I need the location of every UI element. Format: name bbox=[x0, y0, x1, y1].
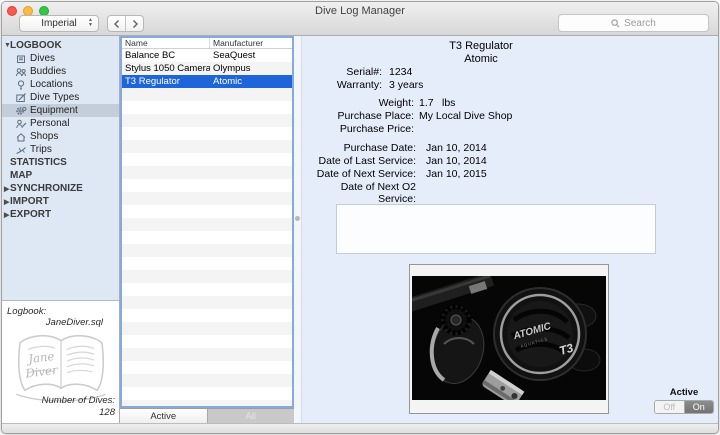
locations-icon bbox=[15, 79, 27, 91]
buddies-icon bbox=[15, 66, 27, 78]
trips-icon bbox=[15, 144, 27, 156]
number-of-dives-value: 128 bbox=[99, 407, 115, 418]
search-input[interactable]: Search bbox=[558, 14, 709, 32]
titlebar: Dive Log Manager Imperial ▲▼ Search bbox=[2, 2, 718, 36]
column-header-manufacturer[interactable]: Manufacturer bbox=[210, 38, 292, 48]
personal-icon bbox=[15, 118, 27, 130]
last-service-label: Date of Last Service: bbox=[302, 155, 416, 167]
units-dropdown[interactable]: Imperial ▲▼ bbox=[19, 15, 99, 32]
serial-field[interactable]: 1234 bbox=[389, 66, 412, 78]
logbook-filename: JaneDiver.sql bbox=[46, 317, 103, 328]
detail-subtitle: Atomic bbox=[302, 53, 660, 65]
purchase-price-label: Purchase Price: bbox=[302, 123, 414, 135]
next-service-label: Date of Next Service: bbox=[302, 168, 416, 180]
sidebar-item-equipment[interactable]: Equipment bbox=[2, 104, 119, 117]
sidebar-item-shops[interactable]: Shops bbox=[2, 130, 119, 143]
dives-icon bbox=[15, 53, 27, 65]
forward-button[interactable] bbox=[126, 16, 143, 31]
sidebar-item-personal[interactable]: Personal bbox=[2, 117, 119, 130]
serial-label: Serial#: bbox=[302, 66, 382, 78]
sidebar-item-locations[interactable]: Locations bbox=[2, 78, 119, 91]
app-window: Dive Log Manager Imperial ▲▼ Search ▼ L bbox=[1, 1, 719, 434]
sidebar-section-statistics[interactable]: STATISTICS bbox=[2, 156, 119, 169]
table-row[interactable]: Balance BC SeaQuest bbox=[122, 49, 292, 62]
dive-types-icon bbox=[15, 92, 27, 104]
sidebar: ▼ LOGBOOK Dives Buddies bbox=[2, 36, 120, 423]
warranty-label: Warranty: bbox=[302, 79, 382, 91]
tab-all[interactable]: All bbox=[207, 409, 295, 423]
detail-pane: T3 Regulator Atomic Serial#: 1234 Warran… bbox=[302, 36, 718, 423]
sidebar-item-buddies[interactable]: Buddies bbox=[2, 65, 119, 78]
equipment-list-column: Name Manufacturer Balance BC SeaQuest St… bbox=[120, 36, 294, 423]
units-dropdown-value: Imperial bbox=[41, 18, 77, 29]
active-on-button[interactable]: On bbox=[685, 401, 714, 413]
main-area: ▼ LOGBOOK Dives Buddies bbox=[2, 36, 718, 423]
book-text-line2: Diver bbox=[24, 363, 60, 381]
weight-label: Weight: bbox=[302, 97, 414, 109]
detail-title: T3 Regulator bbox=[302, 40, 660, 52]
sidebar-section-map[interactable]: MAP bbox=[2, 169, 119, 182]
active-label: Active bbox=[654, 387, 714, 398]
purchase-place-field[interactable]: My Local Dive Shop bbox=[419, 110, 512, 122]
weight-unit-label: lbs bbox=[442, 97, 455, 109]
logbook-label: Logbook: bbox=[7, 306, 46, 317]
sidebar-section-export[interactable]: ▶ EXPORT bbox=[2, 208, 119, 221]
purchase-date-field[interactable]: Jan 10, 2014 bbox=[426, 142, 487, 154]
dropdown-stepper-icon: ▲▼ bbox=[88, 18, 93, 28]
chevron-left-icon bbox=[112, 18, 122, 30]
number-of-dives-label: Number of Dives: bbox=[42, 395, 115, 406]
equipment-icon bbox=[15, 105, 27, 117]
column-header-name[interactable]: Name bbox=[122, 38, 210, 48]
search-placeholder: Search bbox=[624, 18, 656, 29]
logbook-panel: Logbook: JaneDiver.sql Jane Diver Number… bbox=[2, 300, 119, 423]
equipment-photo-well[interactable]: ATOMIC A Q U A T I C S T3 bbox=[409, 264, 609, 414]
status-bar bbox=[2, 423, 718, 433]
active-control: Active Off On bbox=[654, 387, 714, 414]
table-row[interactable]: Stylus 1050 Camera Olympus bbox=[122, 62, 292, 75]
pane-splitter[interactable] bbox=[294, 36, 302, 423]
equipment-table: Name Manufacturer Balance BC SeaQuest St… bbox=[120, 36, 294, 408]
table-body: Balance BC SeaQuest Stylus 1050 Camera O… bbox=[122, 49, 292, 406]
sidebar-item-dive-types[interactable]: Dive Types bbox=[2, 91, 119, 104]
sidebar-tree: ▼ LOGBOOK Dives Buddies bbox=[2, 36, 119, 300]
table-header: Name Manufacturer bbox=[122, 38, 292, 49]
purchase-date-label: Purchase Date: bbox=[302, 142, 416, 154]
shops-icon bbox=[15, 131, 27, 143]
purchase-place-label: Purchase Place: bbox=[302, 110, 414, 122]
table-row-selected[interactable]: T3 Regulator Atomic bbox=[122, 75, 292, 88]
sidebar-item-trips[interactable]: Trips bbox=[2, 143, 119, 156]
splitter-handle-icon[interactable] bbox=[295, 216, 300, 221]
sidebar-section-import[interactable]: ▶ IMPORT bbox=[2, 195, 119, 208]
warranty-field[interactable]: 3 years bbox=[389, 79, 423, 91]
search-icon bbox=[611, 19, 620, 28]
last-service-field[interactable]: Jan 10, 2014 bbox=[426, 155, 487, 167]
tab-active[interactable]: Active bbox=[120, 409, 207, 423]
next-service-field[interactable]: Jan 10, 2015 bbox=[426, 168, 487, 180]
weight-field[interactable]: 1.7 bbox=[419, 97, 434, 109]
active-segmented-control: Off On bbox=[654, 400, 714, 414]
notes-field[interactable] bbox=[336, 204, 656, 254]
next-o2-service-label: Date of Next O2 Service: bbox=[302, 181, 416, 205]
sidebar-section-synchronize[interactable]: ▶ SYNCHRONIZE bbox=[2, 182, 119, 195]
back-button[interactable] bbox=[108, 16, 126, 31]
chevron-right-icon bbox=[130, 18, 140, 30]
logbook-book-sketch: Jane Diver bbox=[11, 328, 111, 405]
sidebar-section-logbook[interactable]: ▼ LOGBOOK bbox=[2, 39, 119, 52]
active-off-button[interactable]: Off bbox=[655, 401, 685, 413]
sidebar-item-dives[interactable]: Dives bbox=[2, 52, 119, 65]
regulator-photo: ATOMIC A Q U A T I C S T3 bbox=[412, 276, 606, 400]
filter-tabs: Active All bbox=[120, 408, 294, 423]
nav-buttons bbox=[107, 15, 144, 32]
